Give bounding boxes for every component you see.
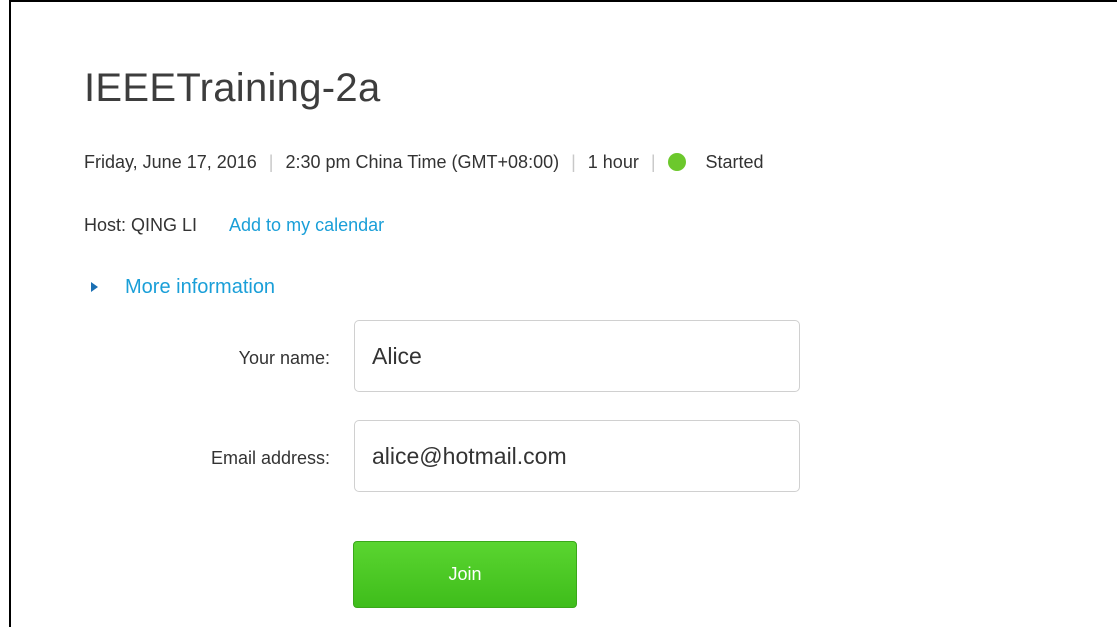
add-to-calendar-link[interactable]: Add to my calendar — [229, 215, 384, 236]
separator: | — [268, 151, 274, 172]
meeting-status: Started — [705, 151, 764, 172]
email-input[interactable] — [354, 420, 800, 492]
meeting-meta-row: Friday, June 17, 2016 | 2:30 pm China Ti… — [84, 149, 764, 175]
email-label: Email address: — [210, 448, 330, 468]
separator: | — [571, 151, 576, 172]
meeting-join-panel: IEEETraining-2a Friday, June 17, 2016 | … — [84, 0, 1104, 627]
triangle-right-icon — [91, 282, 98, 292]
meeting-duration: 1 hour — [587, 151, 639, 172]
separator: | — [650, 151, 656, 172]
host-label: Host: QING LI — [84, 214, 198, 235]
more-information-label: More information — [125, 275, 276, 298]
more-information-toggle[interactable]: More information — [84, 273, 275, 301]
join-button[interactable]: Join — [353, 541, 577, 608]
host-row: Host: QING LI Add to my calendar — [84, 212, 384, 238]
name-label: Your name: — [238, 348, 330, 368]
name-input[interactable] — [354, 320, 800, 392]
meeting-time: 2:30 pm China Time (GMT+08:00) — [285, 151, 560, 172]
meeting-title: IEEETraining-2a — [84, 66, 381, 110]
meeting-date: Friday, June 17, 2016 — [84, 151, 257, 172]
status-dot-icon — [667, 153, 686, 171]
